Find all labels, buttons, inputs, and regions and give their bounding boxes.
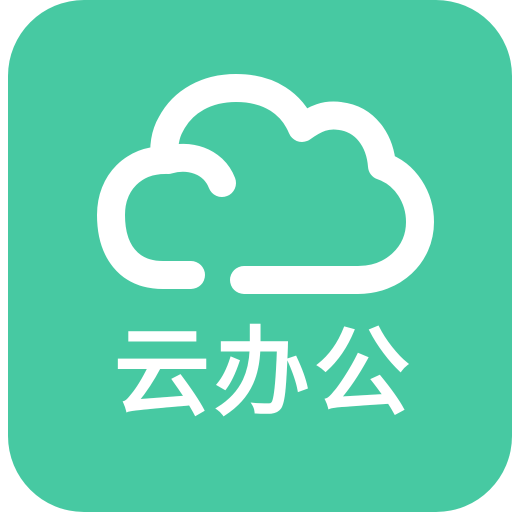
app-icon[interactable]: 云办公: [8, 0, 512, 512]
cloud-icon: [97, 74, 434, 294]
app-name: 云办公: [114, 317, 414, 429]
